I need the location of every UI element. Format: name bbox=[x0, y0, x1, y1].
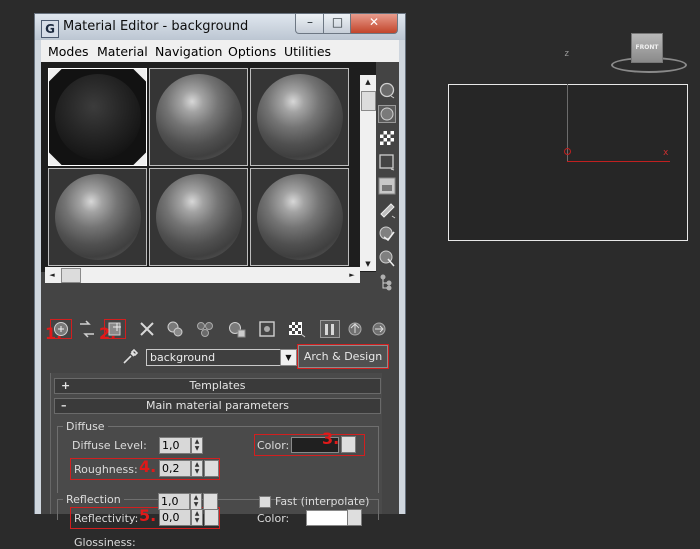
sample-slot-3[interactable] bbox=[250, 68, 349, 166]
select-by-material-icon[interactable] bbox=[378, 249, 396, 267]
sample-sphere bbox=[257, 74, 343, 160]
scroll-down-arrow-icon[interactable]: ▼ bbox=[360, 257, 376, 271]
sample-slot-5[interactable] bbox=[149, 168, 248, 266]
sample-slot-1[interactable] bbox=[48, 68, 147, 166]
sample-slot-6[interactable] bbox=[250, 168, 349, 266]
show-map-in-viewport-icon[interactable] bbox=[287, 320, 307, 338]
z-axis-label: z bbox=[564, 49, 570, 59]
title-bar[interactable]: G Material Editor - background – □ ✕ bbox=[35, 14, 405, 40]
window-title: Material Editor - background bbox=[63, 19, 249, 34]
rollout-collapse-icon: – bbox=[61, 399, 67, 412]
sample-slot-4[interactable] bbox=[48, 168, 147, 266]
sample-sphere bbox=[156, 174, 242, 260]
sample-sphere bbox=[257, 174, 343, 260]
material-map-navigator-icon[interactable] bbox=[378, 273, 396, 291]
editor-client-area: Modes Material Navigation Options Utilit… bbox=[41, 40, 399, 549]
rollout-expand-icon: + bbox=[61, 379, 71, 392]
fast-interpolate-label: Fast (interpolate) bbox=[275, 495, 370, 508]
put-to-library-icon[interactable] bbox=[227, 320, 247, 338]
app-icon: G bbox=[41, 20, 59, 38]
sample-slot-2[interactable] bbox=[149, 68, 248, 166]
slots-horizontal-scrollbar[interactable]: ◄ ► bbox=[45, 267, 360, 283]
minimize-button[interactable]: – bbox=[295, 14, 325, 34]
menu-bar: Modes Material Navigation Options Utilit… bbox=[41, 40, 399, 62]
scroll-thumb[interactable] bbox=[61, 268, 81, 283]
glossiness-map-button[interactable] bbox=[203, 493, 218, 510]
scroll-right-arrow-icon[interactable]: ► bbox=[345, 267, 359, 283]
scroll-up-arrow-icon[interactable]: ▲ bbox=[360, 75, 376, 89]
reflection-color-label: Color: bbox=[257, 512, 290, 525]
sample-sphere bbox=[55, 174, 141, 260]
scroll-left-arrow-icon[interactable]: ◄ bbox=[45, 267, 59, 283]
background-checker-icon[interactable] bbox=[378, 129, 396, 147]
glossiness-field[interactable]: 1,0 bbox=[158, 493, 190, 510]
diffuse-level-spinner[interactable]: ▲ ▼ bbox=[191, 437, 203, 454]
annotation-2: 2. bbox=[99, 324, 117, 343]
diffuse-level-label: Diffuse Level: bbox=[72, 439, 147, 452]
reflection-color-swatch[interactable] bbox=[306, 510, 348, 526]
make-unique-icon[interactable] bbox=[195, 320, 215, 338]
material-id-channel-icon[interactable] bbox=[257, 320, 277, 338]
roughness-map-button[interactable] bbox=[204, 460, 219, 477]
go-forward-to-sibling-icon[interactable] bbox=[370, 320, 390, 338]
rollout-main-material-parameters[interactable]: – Main material parameters bbox=[54, 398, 381, 414]
make-preview-icon[interactable] bbox=[378, 201, 396, 219]
diffuse-group-title: Diffuse bbox=[63, 420, 108, 433]
go-to-parent-icon[interactable] bbox=[346, 320, 366, 338]
diffuse-level-field[interactable]: 1,0 bbox=[159, 437, 191, 454]
scroll-thumb[interactable] bbox=[361, 91, 376, 111]
annotation-1: 1. bbox=[45, 324, 63, 343]
material-editor-window: G Material Editor - background – □ ✕ Mod… bbox=[34, 13, 406, 549]
options-icon[interactable] bbox=[378, 225, 396, 243]
sample-sphere bbox=[55, 74, 141, 160]
put-material-to-scene-icon[interactable] bbox=[77, 320, 97, 338]
annotation-5: 5. bbox=[139, 506, 157, 525]
reflectivity-map-button[interactable] bbox=[204, 509, 219, 526]
menu-material[interactable]: Material bbox=[97, 44, 148, 59]
backlight-icon[interactable] bbox=[378, 105, 396, 123]
x-axis-line bbox=[567, 161, 670, 162]
glossiness-label: Glossiness: bbox=[74, 536, 136, 549]
reflection-group-title: Reflection bbox=[63, 493, 124, 506]
roughness-spinner[interactable]: ▲ ▼ bbox=[191, 460, 203, 477]
annotation-box-3 bbox=[254, 434, 365, 456]
x-axis-label: x bbox=[663, 148, 669, 158]
rollout-title: Templates bbox=[189, 379, 246, 392]
video-color-check-icon[interactable] bbox=[378, 177, 396, 195]
make-material-copy-icon[interactable] bbox=[165, 320, 185, 338]
reflection-color-map-button[interactable] bbox=[347, 509, 362, 526]
maximize-button[interactable]: □ bbox=[323, 14, 352, 34]
viewcube-front-face[interactable]: FRONT bbox=[631, 33, 663, 63]
close-button[interactable]: ✕ bbox=[350, 14, 398, 34]
menu-utilities[interactable]: Utilities bbox=[284, 44, 331, 59]
rollout-templates[interactable]: + Templates bbox=[54, 378, 381, 394]
menu-modes[interactable]: Modes bbox=[48, 44, 89, 59]
roughness-label: Roughness: bbox=[74, 463, 138, 476]
annotation-4: 4. bbox=[139, 457, 157, 476]
fast-interpolate-checkbox[interactable] bbox=[259, 496, 271, 508]
glossiness-spinner[interactable]: ▲ ▼ bbox=[190, 493, 202, 510]
material-name-dropdown-icon[interactable]: ▼ bbox=[280, 349, 297, 366]
material-name-field[interactable]: background bbox=[146, 349, 283, 366]
reflectivity-label: Reflectivity: bbox=[74, 512, 139, 525]
reflectivity-spinner[interactable]: ▲ ▼ bbox=[191, 509, 203, 526]
annotation-3: 3. bbox=[322, 429, 340, 448]
slots-vertical-scrollbar[interactable]: ▲ ▼ bbox=[360, 75, 376, 271]
sample-uv-tiling-icon[interactable] bbox=[378, 153, 396, 171]
reset-map-icon[interactable] bbox=[137, 320, 157, 338]
sample-sphere bbox=[156, 74, 242, 160]
rollout-title: Main material parameters bbox=[146, 399, 289, 412]
menu-options[interactable]: Options bbox=[228, 44, 276, 59]
reflectivity-field[interactable]: 0,0 bbox=[159, 509, 191, 526]
menu-navigation[interactable]: Navigation bbox=[155, 44, 222, 59]
material-type-highlight bbox=[297, 344, 389, 369]
viewport-front[interactable] bbox=[448, 84, 688, 241]
show-end-result-icon[interactable] bbox=[320, 320, 340, 338]
eyedropper-icon[interactable] bbox=[121, 348, 139, 366]
sample-type-sphere-icon[interactable] bbox=[378, 81, 396, 99]
origin-icon bbox=[564, 148, 571, 155]
roughness-field[interactable]: 0,2 bbox=[159, 460, 191, 477]
